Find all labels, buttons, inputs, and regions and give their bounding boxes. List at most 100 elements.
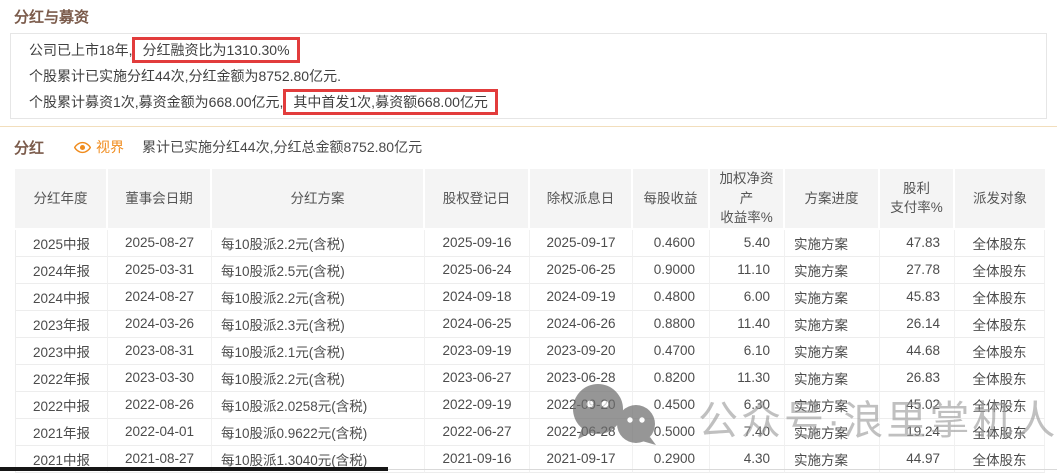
table-cell: 2023-09-20 <box>530 338 633 365</box>
table-cell: 2025中报 <box>15 230 108 257</box>
table-cell: 每10股派0.9622元(含税) <box>212 419 425 446</box>
table-cell: 0.5000 <box>633 419 710 446</box>
table-cell: 2022中报 <box>15 392 108 419</box>
table-cell: 2023年报 <box>15 311 108 338</box>
dividend-table: 分红年度董事会日期分红方案股权登记日除权派息日每股收益加权净资产 收益率%方案进… <box>15 169 1045 473</box>
highlight-dividend-financing-ratio: 分红融资比为1310.30% <box>132 37 299 63</box>
table-cell: 实施方案 <box>785 230 880 257</box>
table-cell: 每10股派2.0258元(含税) <box>212 392 425 419</box>
dividend-fundraising-page: 分红与募资 公司已上市18年,分红融资比为1310.30% 个股累计已实施分红4… <box>0 0 1057 473</box>
table-header-row: 分红年度董事会日期分红方案股权登记日除权派息日每股收益加权净资产 收益率%方案进… <box>15 169 1045 230</box>
table-cell: 0.4600 <box>633 230 710 257</box>
table-cell: 26.83 <box>880 365 955 392</box>
table-cell: 2025-09-16 <box>425 230 530 257</box>
highlight-ipo-fundraising: 其中首发1次,募资额668.00亿元 <box>283 89 498 115</box>
table-cell: 每10股派2.2元(含税) <box>212 284 425 311</box>
table-cell: 实施方案 <box>785 338 880 365</box>
table-cell: 实施方案 <box>785 365 880 392</box>
table-cell: 45.02 <box>880 392 955 419</box>
table-cell: 实施方案 <box>785 311 880 338</box>
table-cell: 每10股派2.2元(含税) <box>212 365 425 392</box>
table-cell: 2024年报 <box>15 257 108 284</box>
column-header: 分红方案 <box>212 169 425 230</box>
table-cell: 每10股派2.3元(含税) <box>212 311 425 338</box>
summary-line-dividend-total: 个股累计已实施分红44次,分红金额为8752.80亿元. <box>29 63 1028 89</box>
column-header: 每股收益 <box>633 169 710 230</box>
table-cell: 2024-06-25 <box>425 311 530 338</box>
table-cell: 全体股东 <box>955 311 1045 338</box>
table-row: 2022年报2023-03-30每10股派2.2元(含税)2023-06-272… <box>15 365 1045 392</box>
table-cell: 2025-06-25 <box>530 257 633 284</box>
table-cell: 2025-09-17 <box>530 230 633 257</box>
table-cell: 0.8200 <box>633 365 710 392</box>
table-cell: 2023-09-19 <box>425 338 530 365</box>
table-cell: 2025-06-24 <box>425 257 530 284</box>
section-divider <box>0 126 1057 127</box>
table-cell: 2023-06-28 <box>530 365 633 392</box>
table-cell: 2023-08-31 <box>108 338 212 365</box>
table-cell: 2025-08-27 <box>108 230 212 257</box>
table-cell: 44.68 <box>880 338 955 365</box>
table-cell: 2022-04-01 <box>108 419 212 446</box>
column-header: 股利 支付率% <box>880 169 955 230</box>
table-row: 2024年报2025-03-31每10股派2.5元(含税)2025-06-242… <box>15 257 1045 284</box>
column-header: 加权净资产 收益率% <box>710 169 785 230</box>
table-cell: 每10股派2.2元(含税) <box>212 230 425 257</box>
table-row: 2025中报2025-08-27每10股派2.2元(含税)2025-09-162… <box>15 230 1045 257</box>
table-row: 2022中报2022-08-26每10股派2.0258元(含税)2022-09-… <box>15 392 1045 419</box>
table-cell: 6.00 <box>710 284 785 311</box>
table-cell: 2022-08-26 <box>108 392 212 419</box>
table-row: 2024中报2024-08-27每10股派2.2元(含税)2024-09-182… <box>15 284 1045 311</box>
table-cell: 实施方案 <box>785 419 880 446</box>
table-cell: 2024-03-26 <box>108 311 212 338</box>
table-cell: 47.83 <box>880 230 955 257</box>
table-cell: 实施方案 <box>785 392 880 419</box>
table-cell: 每10股派2.1元(含税) <box>212 338 425 365</box>
table-cell: 2025-03-31 <box>108 257 212 284</box>
table-cell: 19.24 <box>880 419 955 446</box>
table-cell: 6.30 <box>710 392 785 419</box>
summary-line-fundraising: 个股累计募资1次,募资金额为668.00亿元,其中首发1次,募资额668.00亿… <box>29 89 1028 115</box>
table-cell: 2022-06-27 <box>425 419 530 446</box>
column-header: 分红年度 <box>15 169 108 230</box>
table-cell: 27.78 <box>880 257 955 284</box>
column-header: 除权派息日 <box>530 169 633 230</box>
dividend-section-header: 分红 视界 累计已实施分红44次,分红总金额8752.80亿元 <box>14 136 1057 158</box>
table-cell: 2023中报 <box>15 338 108 365</box>
table-row: 2023年报2024-03-26每10股派2.3元(含税)2024-06-252… <box>15 311 1045 338</box>
table-cell: 实施方案 <box>785 257 880 284</box>
table-cell: 6.10 <box>710 338 785 365</box>
table-cell: 2023-06-27 <box>425 365 530 392</box>
table-cell: 0.4800 <box>633 284 710 311</box>
table-cell: 全体股东 <box>955 419 1045 446</box>
table-cell: 全体股东 <box>955 257 1045 284</box>
column-header: 方案进度 <box>785 169 880 230</box>
table-cell: 2021年报 <box>15 419 108 446</box>
table-cell: 2022-09-20 <box>530 392 633 419</box>
table-cell: 45.83 <box>880 284 955 311</box>
table-cell: 0.4700 <box>633 338 710 365</box>
table-row: 2021年报2022-04-01每10股派0.9622元(含税)2022-06-… <box>15 419 1045 446</box>
column-header: 派发对象 <box>955 169 1045 230</box>
summary-box: 公司已上市18年,分红融资比为1310.30% 个股累计已实施分红44次,分红金… <box>10 33 1047 119</box>
table-cell: 2024-09-19 <box>530 284 633 311</box>
table-cell: 2024-09-18 <box>425 284 530 311</box>
summary-line-listing: 公司已上市18年,分红融资比为1310.30% <box>29 37 1028 63</box>
summary-line-listing-text: 公司已上市18年, <box>29 42 132 58</box>
table-cell: 全体股东 <box>955 230 1045 257</box>
table-cell: 2024中报 <box>15 284 108 311</box>
table-cell: 2022-09-19 <box>425 392 530 419</box>
summary-line-fundraising-text: 个股累计募资1次,募资金额为668.00亿元, <box>29 94 283 110</box>
table-cell: 26.14 <box>880 311 955 338</box>
table-cell: 2024-08-27 <box>108 284 212 311</box>
eye-icon <box>74 141 91 154</box>
brand-label: 视界 <box>96 137 124 157</box>
table-cell: 每10股派2.5元(含税) <box>212 257 425 284</box>
shijie-brand-link[interactable]: 视界 <box>74 137 124 157</box>
table-cell: 2024-06-26 <box>530 311 633 338</box>
table-cell: 11.10 <box>710 257 785 284</box>
table-cell: 全体股东 <box>955 284 1045 311</box>
column-header: 董事会日期 <box>108 169 212 230</box>
table-cell: 0.9000 <box>633 257 710 284</box>
table-cell: 2023-03-30 <box>108 365 212 392</box>
